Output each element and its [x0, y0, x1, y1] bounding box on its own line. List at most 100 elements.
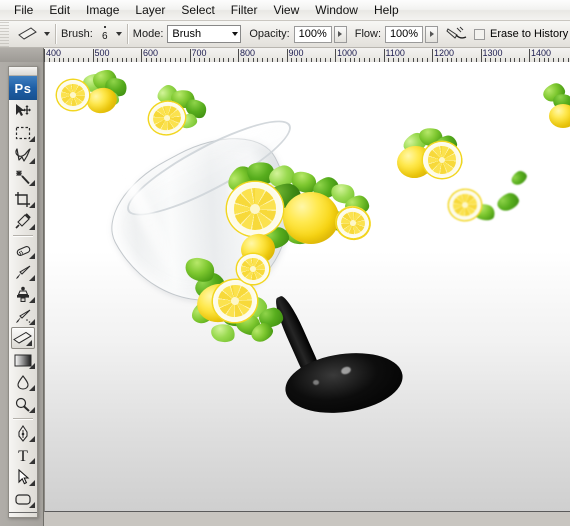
- brush-tip-dot-icon: [103, 26, 106, 28]
- flow-slider-button[interactable]: [425, 25, 439, 43]
- type-tool[interactable]: T: [9, 444, 37, 466]
- opacity-input[interactable]: 100%: [293, 25, 332, 43]
- flyout-triangle-icon: [29, 363, 35, 369]
- artwork: [45, 62, 570, 511]
- menu-file[interactable]: File: [6, 1, 41, 19]
- menu-bar: File Edit Image Layer Select Filter View…: [0, 0, 570, 21]
- opacity-slider-button[interactable]: [333, 25, 347, 43]
- flyout-triangle-icon: [29, 224, 35, 230]
- flyout-triangle-icon: [29, 180, 35, 186]
- brush-tool[interactable]: [9, 261, 37, 283]
- ruler-tick-major: [44, 49, 45, 62]
- flow-label: Flow:: [354, 28, 382, 40]
- ruler-tick-major: [383, 49, 385, 62]
- brush-picker-chevron-down-icon[interactable]: [115, 32, 122, 36]
- leaf-shape: [509, 168, 529, 188]
- lasso-tool[interactable]: [9, 144, 37, 166]
- menu-view[interactable]: View: [265, 1, 307, 19]
- ruler-tick-label: 1100: [385, 48, 405, 58]
- menu-edit[interactable]: Edit: [41, 1, 78, 19]
- crop-tool[interactable]: [9, 188, 37, 210]
- flyout-triangle-icon: [29, 158, 35, 164]
- lemon-pulp: [338, 208, 368, 237]
- horizontal-ruler[interactable]: 400 500 600 700 800 900 1000 1100 1200 1300 1400: [0, 48, 570, 63]
- erase-to-history-label: Erase to History: [490, 28, 569, 40]
- ruler-tick-major: [189, 49, 191, 62]
- blur-tool[interactable]: [9, 371, 37, 393]
- rounded-rectangle-tool[interactable]: [9, 488, 37, 510]
- photoshop-logo: Ps: [9, 76, 37, 100]
- options-bar-grip[interactable]: [0, 21, 9, 47]
- ruler-tick-label: 1300: [482, 48, 503, 58]
- tools-bottom-divider: [9, 512, 37, 513]
- lemon-slice: [423, 142, 461, 178]
- history-brush-tool[interactable]: [9, 305, 37, 327]
- eyedropper-tool[interactable]: [9, 210, 37, 232]
- tool-preset-chevron-down-icon[interactable]: [44, 32, 50, 36]
- current-tool-preset-button[interactable]: [15, 24, 41, 45]
- tools-divider: [13, 418, 33, 419]
- ruler-tick-major: [141, 49, 142, 62]
- menu-help[interactable]: Help: [366, 1, 407, 19]
- ruler-corner: [0, 48, 44, 62]
- tools-panel: Ps T: [8, 66, 38, 518]
- healing-brush-tool[interactable]: [9, 239, 37, 261]
- mode-chevron-down-icon: [232, 32, 239, 36]
- ruler-tick-label: 900: [288, 48, 304, 58]
- erase-to-history-checkbox[interactable]: [474, 28, 486, 40]
- lemon-pulp: [451, 192, 479, 218]
- menu-image[interactable]: Image: [78, 1, 127, 19]
- flow-input[interactable]: 100%: [385, 25, 424, 43]
- lemon-pulp: [240, 257, 266, 281]
- ruler-tick-major: [529, 49, 530, 62]
- image-canvas[interactable]: [44, 62, 570, 512]
- photoshop-window: File Edit Image Layer Select Filter View…: [0, 0, 570, 526]
- menu-layer[interactable]: Layer: [127, 1, 173, 19]
- tools-panel-drag-handle[interactable]: [9, 67, 37, 76]
- lemon-pulp: [216, 282, 254, 320]
- ruler-tick-major: [238, 49, 239, 62]
- airbrush-icon[interactable]: [446, 26, 468, 42]
- pen-tool[interactable]: [9, 422, 37, 444]
- canvas-surround: [44, 512, 570, 526]
- menu-window[interactable]: Window: [307, 1, 366, 19]
- gradient-tool[interactable]: [9, 349, 37, 371]
- ruler-tick-major: [92, 49, 94, 62]
- divider-2: [126, 24, 128, 44]
- ruler-tick-label: 800: [240, 48, 256, 58]
- clone-stamp-tool[interactable]: [9, 283, 37, 305]
- dodge-tool[interactable]: [9, 393, 37, 415]
- divider-1: [55, 24, 56, 44]
- flyout-triangle-icon: [29, 385, 35, 391]
- flyout-triangle-icon: [29, 502, 35, 508]
- lemon-slice: [237, 254, 269, 284]
- brush-size-preview[interactable]: 6: [97, 22, 113, 46]
- flyout-triangle-icon: [26, 340, 32, 346]
- ruler-tick-label: 400: [46, 48, 62, 58]
- leaf-shape: [494, 190, 522, 214]
- eraser-tool[interactable]: [11, 327, 35, 349]
- flyout-triangle-icon: [29, 407, 35, 413]
- ruler-tick-label: 1200: [434, 48, 455, 58]
- lemon-whole: [283, 192, 339, 244]
- lemon-pulp: [60, 83, 86, 107]
- flyout-triangle-icon: [29, 480, 35, 486]
- menu-select[interactable]: Select: [173, 1, 222, 19]
- rectangular-marquee-tool[interactable]: [9, 122, 37, 144]
- flyout-triangle-icon: [29, 275, 35, 281]
- ruler-tick-major: [432, 49, 433, 62]
- ruler-tick-label: 1000: [337, 48, 358, 58]
- flyout-triangle-icon: [29, 319, 35, 325]
- flow-arrow-icon: [429, 31, 434, 37]
- opacity-label: Opacity:: [249, 28, 290, 40]
- mode-select[interactable]: Brush: [167, 25, 242, 43]
- menu-filter[interactable]: Filter: [223, 1, 266, 19]
- magic-wand-tool[interactable]: [9, 166, 37, 188]
- brush-label: Brush:: [61, 28, 93, 40]
- ruler-tick-label: 600: [143, 48, 159, 58]
- lemon-slice: [227, 182, 283, 236]
- ruler-tick-major: [286, 49, 288, 62]
- path-selection-tool[interactable]: [9, 466, 37, 488]
- options-bar: Brush: 6 Mode: Brush Opacity: 100% Flow:…: [0, 21, 570, 48]
- move-tool[interactable]: [9, 100, 37, 122]
